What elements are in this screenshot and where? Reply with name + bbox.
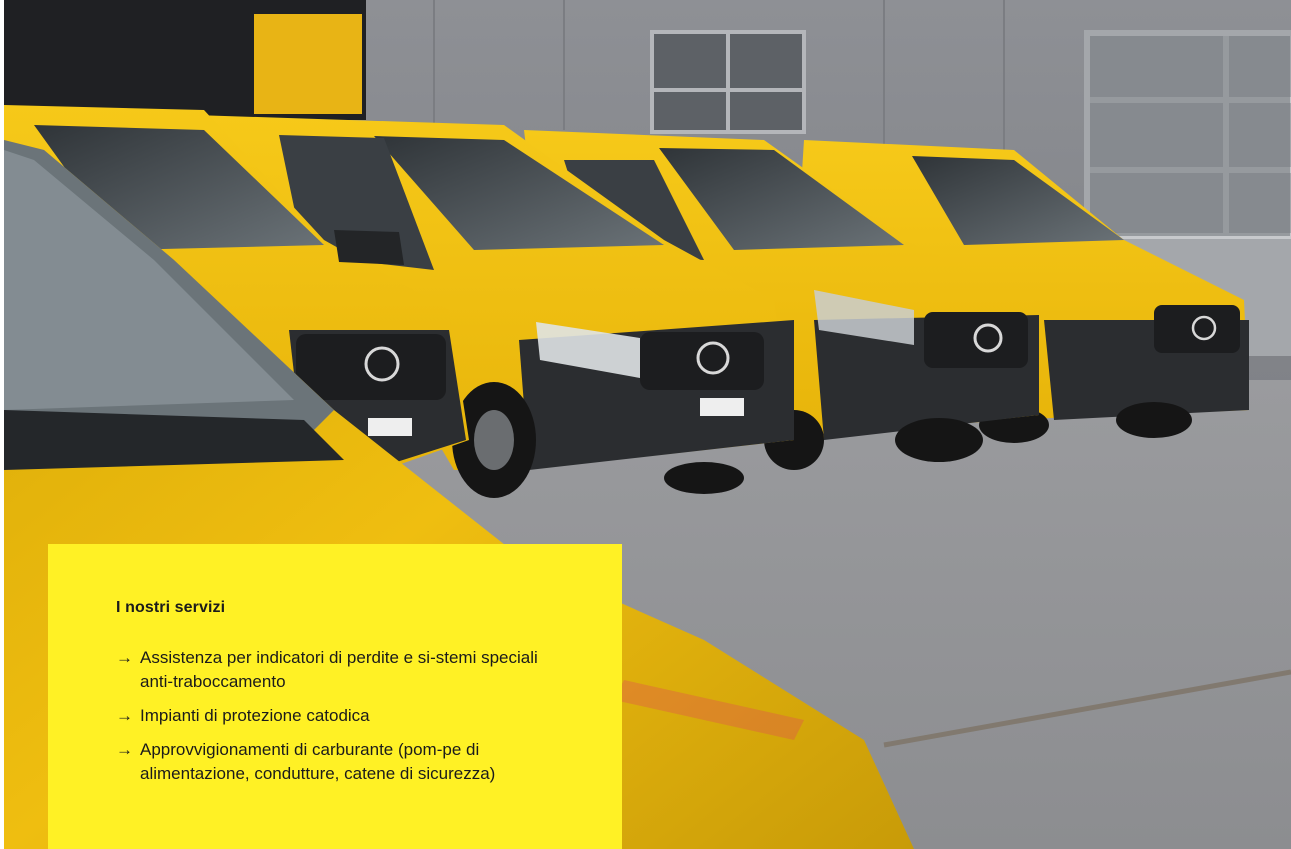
service-item-leak-indicators: → Assistenza per indicatori di perdite e… <box>116 646 574 694</box>
services-title: I nostri servizi <box>116 599 226 616</box>
service-item-label: Impianti di protezione catodica <box>140 706 370 725</box>
arrow-right-icon: → <box>116 706 133 725</box>
service-item-fuel-supply: → Approvvigionamenti di carburante (pom-… <box>116 738 574 786</box>
service-item-label: Approvvigionamenti di carburante (pom-pe… <box>140 740 496 783</box>
arrow-right-icon: → <box>116 740 133 759</box>
service-item-cathodic-protection: → Impianti di protezione catodica <box>116 704 574 728</box>
arrow-right-icon: → <box>116 648 133 667</box>
yellow-bin <box>254 14 362 114</box>
services-list: → Assistenza per indicatori di perdite e… <box>116 646 574 786</box>
services-card: I nostri servizi → Assistenza per indica… <box>48 544 622 849</box>
page: I nostri servizi → Assistenza per indica… <box>0 0 1291 849</box>
service-item-label: Assistenza per indicatori di perdite e s… <box>140 648 538 691</box>
